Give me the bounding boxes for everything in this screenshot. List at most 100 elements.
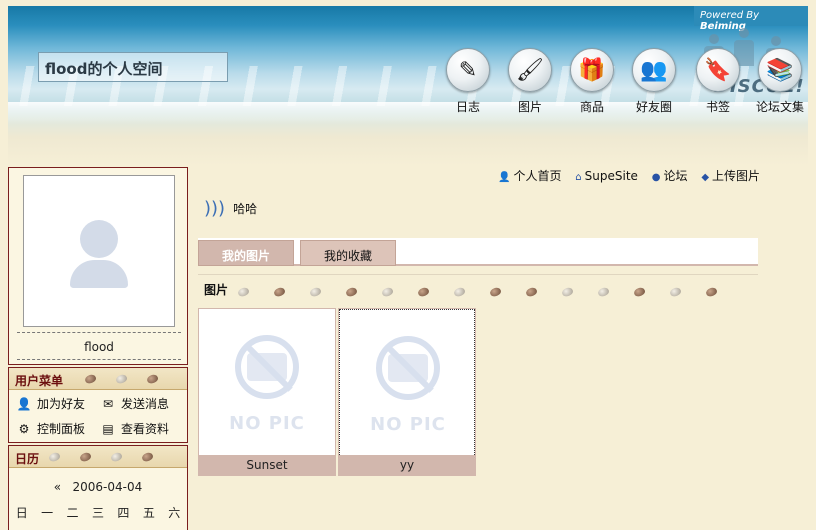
no-photo-prohibit-icon bbox=[376, 336, 440, 400]
weekday-label: 二 bbox=[66, 506, 79, 520]
shell-icon bbox=[109, 451, 124, 463]
shell-icon bbox=[308, 286, 323, 298]
shell-decoration bbox=[47, 450, 173, 464]
shell-decoration bbox=[83, 372, 178, 386]
profile-username[interactable]: flood bbox=[17, 332, 181, 360]
tab-my-pictures[interactable]: 我的图片 bbox=[198, 240, 294, 266]
gift-box-icon: 🎁 bbox=[570, 48, 614, 92]
weekday-label: 六 bbox=[168, 506, 181, 520]
weekday-label: 五 bbox=[142, 506, 155, 520]
nav-item-friends[interactable]: 👥 好友圈 bbox=[624, 48, 684, 115]
menu-item-label: 发送消息 bbox=[121, 397, 170, 411]
avatar[interactable] bbox=[23, 175, 175, 327]
link-label: SupeSite bbox=[584, 169, 638, 183]
envelope-icon: ✉ bbox=[102, 397, 114, 411]
top-links: 👤 个人首页 ⌂ SupeSite ● 论坛 ◆ 上传图片 bbox=[498, 167, 770, 184]
menu-item-label: 控制面板 bbox=[37, 422, 86, 436]
shell-icon bbox=[704, 286, 719, 298]
nav-item-label: 日志 bbox=[455, 100, 480, 114]
calendar-weekdays: 日 一 二 三 四 五 六 bbox=[9, 504, 187, 521]
link-home[interactable]: 👤 个人首页 bbox=[498, 169, 561, 183]
weekday-label: 四 bbox=[117, 506, 130, 520]
powered-by-badge[interactable]: Powered By Beiming bbox=[694, 6, 808, 32]
no-pic-placeholder: NO PIC bbox=[229, 413, 305, 434]
header-banner: flood的个人空间 Powered By Beiming DISCUZ! ✎ … bbox=[8, 6, 808, 166]
section-label: 图片 bbox=[204, 283, 229, 297]
user-menu-title: 用户菜单 bbox=[15, 374, 64, 388]
calendar-current-date: 2006-04-04 bbox=[72, 480, 143, 494]
shell-icon bbox=[47, 451, 62, 463]
menu-item-add-friend[interactable]: 👤 加为好友 bbox=[15, 395, 86, 412]
user-menu-header: 用户菜单 bbox=[9, 368, 187, 390]
weekday-label: 一 bbox=[41, 506, 54, 520]
nav-item-label: 好友圈 bbox=[635, 100, 672, 114]
shell-icon bbox=[488, 286, 503, 298]
shell-icon bbox=[78, 451, 93, 463]
picture-tabs: 我的图片 我的收藏 bbox=[198, 238, 758, 266]
upload-icon: ◆ bbox=[701, 172, 710, 183]
avatar-placeholder-icon bbox=[80, 220, 118, 258]
picture-thumbnail[interactable]: NO PIC bbox=[339, 309, 475, 457]
nav-item-label: 图片 bbox=[517, 100, 542, 114]
profile-card-icon: ▤ bbox=[102, 422, 114, 436]
link-upload-picture[interactable]: ◆ 上传图片 bbox=[701, 169, 760, 183]
sound-wave-icon: ))) bbox=[204, 198, 226, 219]
nav-item-bookmarks[interactable]: 🔖 书签 bbox=[688, 48, 748, 115]
add-friend-icon: 👤 bbox=[16, 397, 32, 411]
nav-item-label: 论坛文集 bbox=[755, 100, 804, 114]
calendar-prev-button[interactable]: « bbox=[54, 480, 61, 494]
link-label: 上传图片 bbox=[712, 169, 761, 183]
menu-item-send-message[interactable]: ✉ 发送消息 bbox=[99, 395, 169, 412]
space-title[interactable]: flood的个人空间 bbox=[38, 52, 228, 82]
menu-item-label: 加为好友 bbox=[37, 397, 86, 411]
calendar-date-row: « 2006-04-04 bbox=[9, 480, 187, 494]
shell-icon bbox=[140, 451, 155, 463]
nav-item-label: 商品 bbox=[579, 100, 604, 114]
link-forum[interactable]: ● 论坛 bbox=[652, 169, 688, 183]
nav-item-blog[interactable]: ✎ 日志 bbox=[438, 48, 498, 115]
nav-item-label: 书签 bbox=[705, 100, 730, 114]
calendar-title: 日历 bbox=[15, 452, 40, 466]
shell-icon bbox=[272, 286, 287, 298]
section-strip: 图片 bbox=[198, 274, 758, 302]
shell-icon bbox=[452, 286, 467, 298]
person-icon: 👤 bbox=[498, 172, 511, 183]
no-pic-placeholder: NO PIC bbox=[370, 414, 446, 435]
nav-item-forum-collection[interactable]: 📚 论坛文集 bbox=[750, 48, 808, 115]
forum-collection-icon: 📚 bbox=[758, 48, 802, 92]
shell-icon bbox=[416, 286, 431, 298]
shell-icon bbox=[560, 286, 575, 298]
friends-icon: 👥 bbox=[632, 48, 676, 92]
link-label: 论坛 bbox=[663, 169, 688, 183]
nav-item-goods[interactable]: 🎁 商品 bbox=[562, 48, 622, 115]
shell-icon bbox=[83, 373, 98, 385]
status-text: 哈哈 bbox=[233, 202, 258, 216]
calendar-panel: 日历 « 2006-04-04 日 一 二 三 四 五 六 bbox=[8, 445, 188, 530]
picture-name[interactable]: yy bbox=[339, 455, 475, 475]
shell-icon bbox=[524, 286, 539, 298]
picture-name[interactable]: Sunset bbox=[199, 455, 335, 475]
menu-item-view-profile[interactable]: ▤ 查看资料 bbox=[99, 420, 169, 437]
weekday-label: 日 bbox=[15, 506, 28, 520]
shell-icon bbox=[236, 286, 251, 298]
tab-my-favorites[interactable]: 我的收藏 bbox=[300, 240, 396, 266]
menu-item-control-panel[interactable]: ⚙ 控制面板 bbox=[15, 420, 85, 437]
avatar-placeholder-body bbox=[70, 260, 128, 288]
no-photo-prohibit-icon bbox=[235, 335, 299, 399]
shell-icon bbox=[114, 373, 129, 385]
picture-card-yy[interactable]: NO PIC yy bbox=[338, 308, 476, 476]
paintbrush-icon: 🖌 bbox=[508, 48, 552, 92]
picture-thumbnail[interactable]: NO PIC bbox=[199, 309, 335, 457]
menu-item-label: 查看资料 bbox=[121, 422, 170, 436]
user-menu-panel: 用户菜单 👤 加为好友 ✉ 发送消息 ⚙ 控制面板 ▤ 查看资料 bbox=[8, 367, 188, 443]
shell-icon bbox=[145, 373, 160, 385]
profile-panel: flood bbox=[8, 167, 188, 365]
status-line: ))) 哈哈 bbox=[204, 198, 257, 219]
shell-icon bbox=[344, 286, 359, 298]
nav-item-pictures[interactable]: 🖌 图片 bbox=[500, 48, 560, 115]
link-supesite[interactable]: ⌂ SupeSite bbox=[575, 169, 638, 183]
shell-icon bbox=[632, 286, 647, 298]
bookmark-icon: 🔖 bbox=[696, 48, 740, 92]
chat-bubble-icon: ● bbox=[651, 172, 661, 183]
picture-card-sunset[interactable]: NO PIC Sunset bbox=[198, 308, 336, 476]
